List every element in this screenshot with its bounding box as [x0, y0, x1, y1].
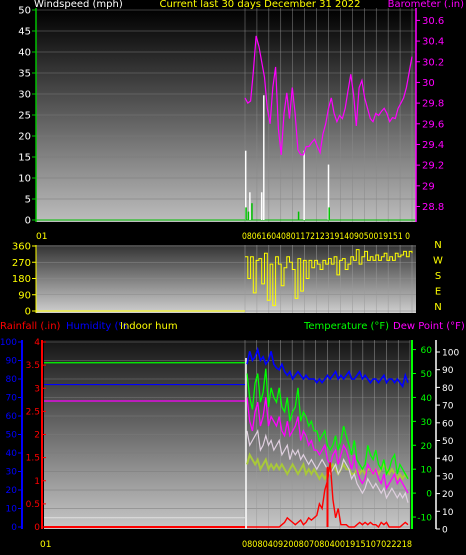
- wind-tick-label: 35: [18, 69, 31, 80]
- rain-tick-label: 3: [34, 384, 40, 394]
- wind-baro-x-end-label: 080616040801172123191409050019151 0: [242, 232, 410, 242]
- temp-tick-label: 60: [421, 346, 433, 356]
- baro-tick-label: 28.8: [422, 202, 444, 213]
- windspeed-axis-label: Windspeed (mph): [34, 0, 123, 10]
- baro-tick-label: 30.2: [422, 57, 444, 68]
- outer-tick-label: 0: [442, 526, 448, 536]
- rain-tick-label: 3.5: [26, 361, 40, 371]
- baro-tick-label: 29.4: [422, 140, 444, 151]
- barometer-axis: 28.8 29 29.2 29.4 29.6 29.8 30 30.2 30.4 30.6: [416, 16, 444, 213]
- baro-tick-label: 30.4: [422, 37, 444, 48]
- wind-tick-label: 15: [18, 153, 31, 164]
- compass-letters: NWSEN: [433, 240, 443, 313]
- wind-baro-panel: 05101520253035404550 28.82929.229.429.62…: [18, 0, 464, 242]
- outer-tick-label: 100: [442, 349, 459, 359]
- wind-tick-label: 40: [18, 48, 31, 59]
- baro-tick-label: 29.6: [422, 119, 444, 130]
- hum-tick-label: 10: [6, 505, 18, 515]
- direction-panel: 090180270360 NWSEN: [12, 240, 443, 318]
- wind-tick-label: 10: [18, 174, 31, 185]
- rain-tick-label: 2.5: [26, 407, 40, 417]
- rainfall-label: Rainfall (.in): [0, 321, 61, 332]
- wind-tick-label: 25: [18, 111, 31, 122]
- compass-letter: N: [434, 302, 441, 313]
- hum-tick-label: 90: [6, 357, 18, 367]
- hum-tick-label: 100: [0, 338, 17, 348]
- humidity-axis: 0 10 20 30 40 50 60 70 80 90 100: [0, 338, 22, 533]
- dir-tick-label: 360: [12, 242, 31, 253]
- temperature-label: Temperature (°F): [303, 321, 389, 332]
- hum-tick-label: 20: [6, 486, 18, 496]
- hum-tick-label: 70: [6, 394, 18, 404]
- outer-tick-label: 80: [442, 384, 454, 394]
- outer-tick-label: 60: [442, 419, 454, 429]
- baro-tick-label: 29.2: [422, 161, 444, 172]
- dewpoint-label: Dew Point (°F): [393, 321, 465, 332]
- rain-tick-label: 1: [34, 477, 40, 487]
- hum-tick-label: 0: [11, 523, 17, 533]
- indoor-hum-label: Indoor hum: [120, 321, 178, 332]
- hum-tick-label: 80: [6, 375, 18, 385]
- direction-axis: 0 90 180 270 360: [12, 242, 36, 318]
- temperature-outer-axis: 0 10 20 30 40 50 60 70 80 90 100: [436, 349, 459, 536]
- wind-tick-label: 45: [18, 27, 31, 38]
- baro-tick-label: 30.6: [422, 16, 444, 27]
- wind-tick-label: 0: [25, 216, 31, 227]
- rain-tick-label: 2: [34, 431, 40, 441]
- wind-baro-x-start-label: 01: [36, 232, 47, 242]
- temperature-axis: -10 0 10 20 30 40 50 60: [412, 346, 433, 524]
- hum-tick-label: 60: [6, 412, 18, 422]
- outer-tick-label: 40: [442, 455, 454, 465]
- compass-letter: E: [435, 287, 441, 298]
- baro-tick-label: 29: [422, 181, 435, 192]
- wind-tick-label: 5: [25, 195, 31, 206]
- dir-tick-label: 90: [18, 290, 31, 301]
- rain-tick-label: 1.5: [26, 454, 40, 464]
- dir-tick-label: 0: [25, 307, 31, 318]
- temp-tick-label: 30: [421, 418, 433, 428]
- hum-tick-label: 40: [6, 449, 18, 459]
- temp-x-end-label: 080804092008070804001915107022218: [242, 540, 412, 550]
- compass-letter: S: [435, 271, 441, 282]
- temp-tick-label: 10: [421, 466, 433, 476]
- weather-dashboard: 05101520253035404550 28.82929.229.429.62…: [0, 0, 465, 550]
- outer-tick-label: 30: [442, 472, 454, 482]
- hum-tick-label: 30: [6, 468, 18, 478]
- outer-tick-label: 90: [442, 366, 454, 376]
- dir-tick-label: 180: [12, 274, 31, 285]
- wind-tick-label: 20: [18, 132, 31, 143]
- temp-tick-label: 40: [421, 394, 433, 404]
- temp-tick-label: 50: [421, 370, 433, 380]
- baro-tick-label: 30: [422, 78, 435, 89]
- rain-tick-label: 0: [34, 523, 40, 533]
- humidity-label: Humidity (%: [66, 321, 128, 332]
- dir-tick-label: 270: [12, 258, 31, 269]
- windspeed-axis: 0 5 10 15 20 25 30 35 40 45 50: [18, 6, 36, 227]
- outer-tick-label: 10: [442, 508, 454, 518]
- wind-tick-label: 50: [18, 6, 31, 17]
- hum-tick-label: 50: [6, 431, 18, 441]
- temp-tick-label: 0: [426, 490, 432, 500]
- chart-title: Current last 30 days December 31 2022: [159, 0, 360, 10]
- outer-tick-label: 70: [442, 402, 454, 412]
- temp-tick-label: -10: [417, 514, 432, 524]
- temp-rain-hum-panel: Rainfall (.in) Humidity (% Indoor hum Te…: [0, 321, 465, 550]
- baro-tick-label: 29.8: [422, 99, 444, 110]
- barometer-axis-label: Barometer (.in): [388, 0, 464, 10]
- compass-letter: N: [434, 240, 441, 251]
- rain-tick-label: 0.5: [26, 500, 40, 510]
- wind-tick-label: 30: [18, 90, 31, 101]
- rain-tick-label: 4: [34, 338, 40, 348]
- outer-tick-label: 50: [442, 437, 454, 447]
- temp-tick-label: 20: [421, 442, 433, 452]
- temp-x-start-label: 01: [40, 540, 51, 550]
- compass-letter: W: [433, 256, 443, 267]
- outer-tick-label: 20: [442, 490, 454, 500]
